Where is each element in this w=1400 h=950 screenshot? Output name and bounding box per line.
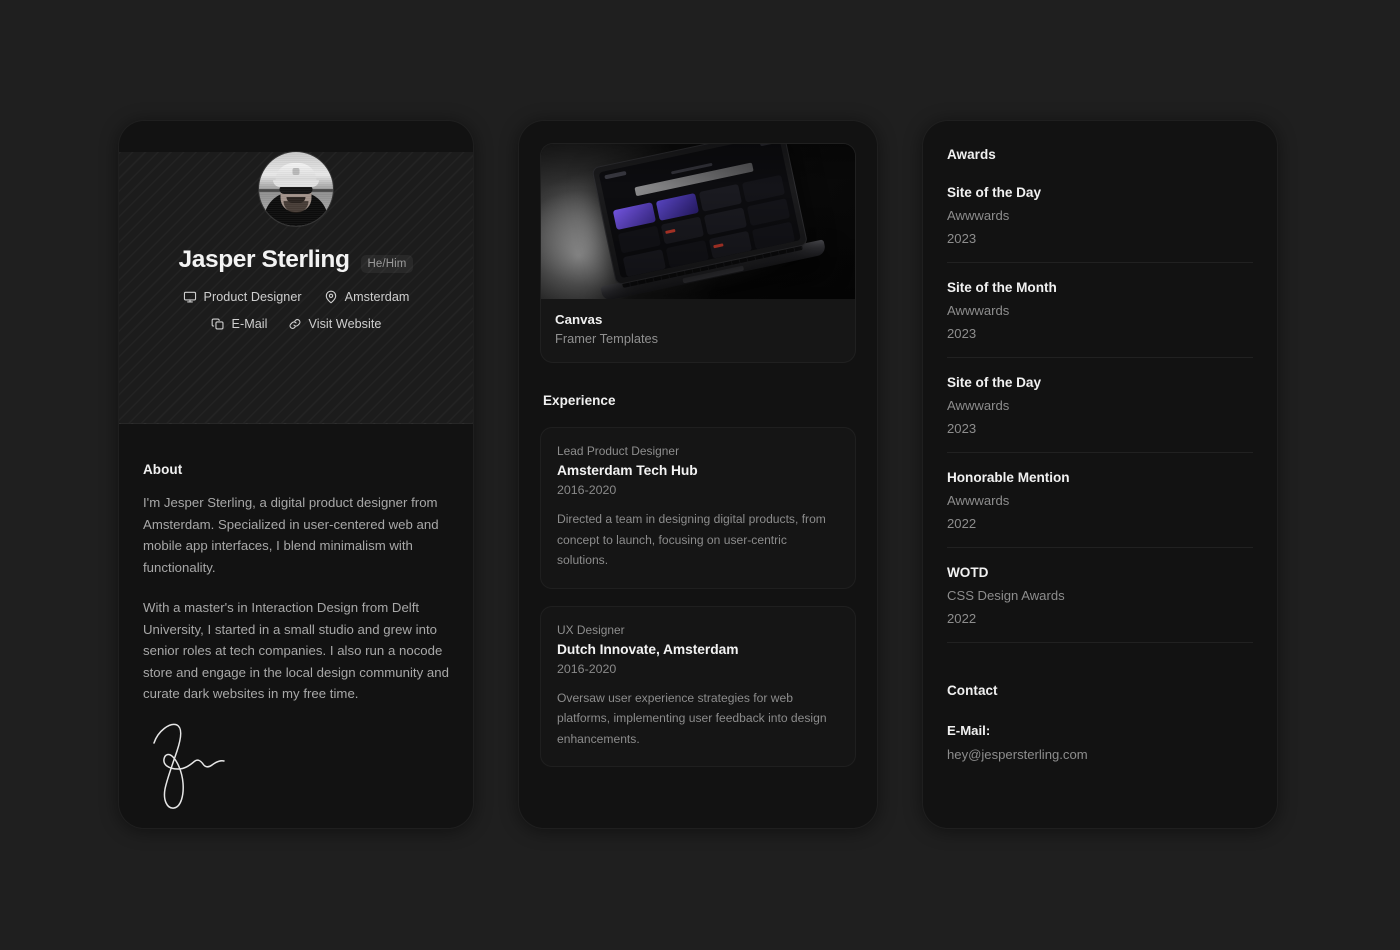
- about-paragraph-1: I'm Jesper Sterling, a digital product d…: [143, 495, 439, 575]
- award-item: Site of the Month Awwwards 2023: [947, 280, 1253, 358]
- project-thumbnail: [541, 144, 855, 299]
- award-year: 2023: [947, 326, 977, 341]
- award-org: Awwwards: [947, 398, 1010, 413]
- profile-header: Jasper Sterling He/Him Product Designer: [119, 152, 473, 424]
- award-title: WOTD: [947, 565, 989, 580]
- experience-heading: Experience: [543, 393, 616, 408]
- name-row: Jasper Sterling He/Him: [119, 246, 473, 274]
- avatar: [259, 152, 333, 226]
- experience-description: Oversaw user experience strategies for w…: [557, 690, 827, 746]
- about-section: About I'm Jesper Sterling, a digital pro…: [119, 424, 473, 818]
- award-title: Site of the Day: [947, 375, 1041, 390]
- experience-org: Dutch Innovate, Amsterdam: [557, 641, 739, 657]
- about-paragraph-2: With a master's in Interaction Design fr…: [143, 600, 449, 701]
- project-card-canvas[interactable]: Canvas Framer Templates: [540, 143, 856, 363]
- award-org: Awwwards: [947, 493, 1010, 508]
- award-org: Awwwards: [947, 303, 1010, 318]
- signature: [150, 721, 449, 818]
- copy-email-button[interactable]: E-Mail: [211, 317, 268, 331]
- experience-dates: 2016-2020: [557, 483, 617, 497]
- profile-location: Amsterdam: [324, 290, 410, 304]
- contact-email-value[interactable]: hey@jespersterling.com: [947, 747, 1253, 762]
- awards-list: Site of the Day Awwwards 2023 Site of th…: [947, 185, 1253, 643]
- award-year: 2022: [947, 516, 977, 531]
- award-title: Site of the Month: [947, 280, 1057, 295]
- work-card: Canvas Framer Templates Experience Lead …: [518, 120, 878, 829]
- experience-description: Directed a team in designing digital pro…: [557, 512, 826, 567]
- copy-icon: [211, 317, 225, 331]
- award-year: 2023: [947, 231, 977, 246]
- visit-website-label: Visit Website: [308, 317, 382, 331]
- project-body: Canvas Framer Templates: [541, 299, 855, 362]
- experience-role: Lead Product Designer: [557, 444, 680, 458]
- profile-role: Product Designer: [183, 290, 302, 304]
- award-org: Awwwards: [947, 208, 1010, 223]
- visit-website-link[interactable]: Visit Website: [288, 317, 382, 331]
- monitor-icon: [183, 290, 197, 304]
- award-item: Site of the Day Awwwards 2023: [947, 375, 1253, 453]
- experience-org: Amsterdam Tech Hub: [557, 463, 698, 478]
- map-pin-icon: [324, 290, 338, 304]
- awards-heading: Awards: [947, 147, 996, 162]
- contact-section: Contact E-Mail: hey@jespersterling.com: [947, 683, 1253, 762]
- profile-role-label: Product Designer: [203, 290, 302, 304]
- pronouns-badge: He/Him: [360, 255, 414, 273]
- award-year: 2022: [947, 611, 977, 626]
- link-icon: [288, 317, 302, 331]
- award-item: WOTD CSS Design Awards 2022: [947, 565, 1253, 643]
- award-title: Site of the Day: [947, 185, 1041, 200]
- experience-item: Lead Product Designer Amsterdam Tech Hub…: [540, 427, 856, 589]
- profile-meta-row: Product Designer Amsterdam: [119, 290, 473, 304]
- profile-actions-row: E-Mail Visit Website: [119, 317, 473, 331]
- award-item: Site of the Day Awwwards 2023: [947, 185, 1253, 263]
- profile-location-label: Amsterdam: [344, 290, 410, 304]
- experience-role: UX Designer: [557, 622, 625, 637]
- page-title: Jasper Sterling: [178, 246, 350, 273]
- experience-item: UX Designer Dutch Innovate, Amsterdam 20…: [540, 605, 856, 767]
- about-heading: About: [143, 462, 183, 477]
- experience-dates: 2016-2020: [557, 661, 617, 676]
- experience-list: Lead Product Designer Amsterdam Tech Hub…: [540, 427, 856, 767]
- profile-card: Jasper Sterling He/Him Product Designer: [118, 120, 474, 829]
- award-org: CSS Design Awards: [947, 588, 1065, 603]
- award-item: Honorable Mention Awwwards 2022: [947, 470, 1253, 548]
- page-root: Jasper Sterling He/Him Product Designer: [0, 0, 1400, 950]
- project-title: Canvas: [555, 312, 603, 327]
- contact-heading: Contact: [947, 683, 998, 698]
- award-title: Honorable Mention: [947, 470, 1070, 485]
- project-subtitle: Framer Templates: [555, 331, 659, 346]
- awards-card: Awards Site of the Day Awwwards 2023 Sit…: [922, 120, 1278, 829]
- contact-email-label: E-Mail:: [947, 723, 991, 738]
- copy-email-label: E-Mail: [231, 317, 268, 331]
- award-year: 2023: [947, 421, 977, 436]
